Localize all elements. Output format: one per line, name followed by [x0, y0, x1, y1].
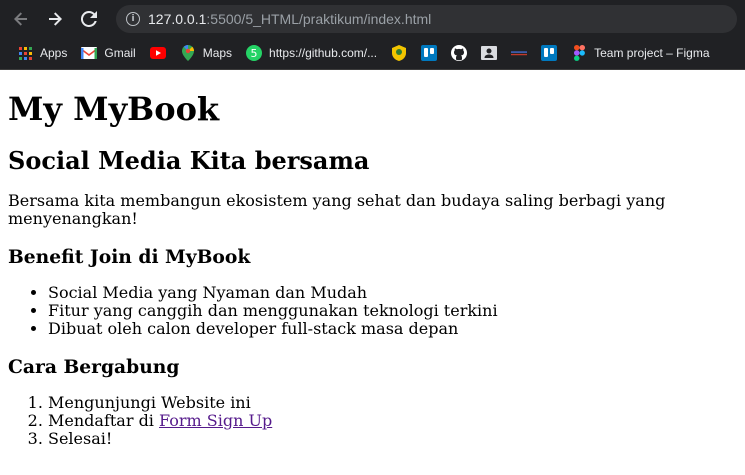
join-heading: Cara Bergabung [8, 356, 180, 378]
forward-arrow-icon [49, 11, 62, 26]
list-item: Fitur yang canggih dan menggunakan tekno… [48, 302, 737, 320]
svg-text:5: 5 [251, 47, 258, 60]
list-item: Selesai! [48, 430, 737, 448]
bookmark-gmail[interactable]: Gmail [74, 40, 142, 66]
trello-icon-2 [541, 45, 558, 61]
maps-icon [180, 45, 196, 61]
whatsapp-icon: 5 [246, 45, 263, 61]
bookmark-figma[interactable]: Team project – Figma [564, 40, 716, 66]
bookmark-label: Apps [40, 46, 68, 60]
list-item: Social Media yang Nyaman dan Mudah [48, 284, 737, 302]
bookmark-apps[interactable]: Apps [10, 40, 74, 66]
bookmark-label: Team project – Figma [594, 46, 710, 60]
join-steps-list: Mengunjungi Website ini Mendaftar di For… [8, 394, 737, 448]
bar-icon [511, 45, 528, 61]
apps-icon [17, 45, 33, 61]
figma-icon [571, 45, 587, 61]
bookmark-label: Maps [202, 46, 233, 60]
signup-form-link[interactable]: Form Sign Up [159, 411, 272, 430]
bookmark-youtube[interactable] [143, 40, 173, 66]
list-item: Mendaftar di Form Sign Up [48, 412, 737, 430]
page-subtitle: Social Media Kita bersama [8, 146, 370, 175]
contact-card-icon [481, 45, 498, 61]
bookmark-label: https://github.com/... [269, 46, 378, 60]
bookmark-bar[interactable] [504, 40, 534, 66]
emblem-icon [391, 45, 407, 61]
site-info-icon[interactable]: i [126, 11, 140, 26]
benefit-heading: Benefit Join di MyBook [8, 246, 251, 268]
reload-button[interactable] [76, 6, 102, 32]
back-button[interactable] [8, 6, 34, 32]
url-path: :5500/5_HTML/praktikum/index.html [206, 10, 432, 27]
page-content: My MyBook Social Media Kita bersama Bers… [0, 91, 745, 448]
gmail-icon [81, 45, 98, 61]
browser-chrome: i 127.0.0.1:5500/5_HTML/praktikum/index.… [0, 0, 745, 70]
bookmark-contact[interactable] [474, 40, 504, 66]
trello-icon [421, 45, 438, 61]
benefit-list: Social Media yang Nyaman dan Mudah Fitur… [8, 284, 737, 338]
bookmark-trello[interactable] [414, 40, 444, 66]
page-title: My MyBook [8, 90, 220, 128]
bookmark-github[interactable] [444, 40, 474, 66]
bookmark-maps[interactable]: Maps [173, 40, 239, 66]
forward-button[interactable] [42, 6, 68, 32]
bookmarks-bar: Apps Gmail Maps 5 https://github.com/...… [0, 37, 745, 70]
reload-icon [81, 10, 97, 27]
url-host: 127.0.0.1 [148, 10, 207, 27]
bookmark-trello-2[interactable] [534, 40, 564, 66]
intro-paragraph: Bersama kita membangun ekosistem yang se… [8, 191, 666, 228]
list-item: Mengunjungi Website ini [48, 394, 737, 412]
youtube-icon [149, 45, 166, 61]
bookmark-label: Gmail [104, 46, 136, 60]
bookmark-emblem[interactable] [384, 40, 414, 66]
address-bar[interactable]: i 127.0.0.1:5500/5_HTML/praktikum/index.… [116, 4, 737, 33]
list-item: Dibuat oleh calon developer full-stack m… [48, 320, 737, 338]
browser-toolbar: i 127.0.0.1:5500/5_HTML/praktikum/index.… [0, 0, 745, 37]
github-icon [451, 45, 468, 61]
bookmark-github-link[interactable]: 5 https://github.com/... [239, 40, 384, 66]
back-arrow-icon [14, 11, 27, 26]
step-text: Mendaftar di [48, 411, 160, 430]
